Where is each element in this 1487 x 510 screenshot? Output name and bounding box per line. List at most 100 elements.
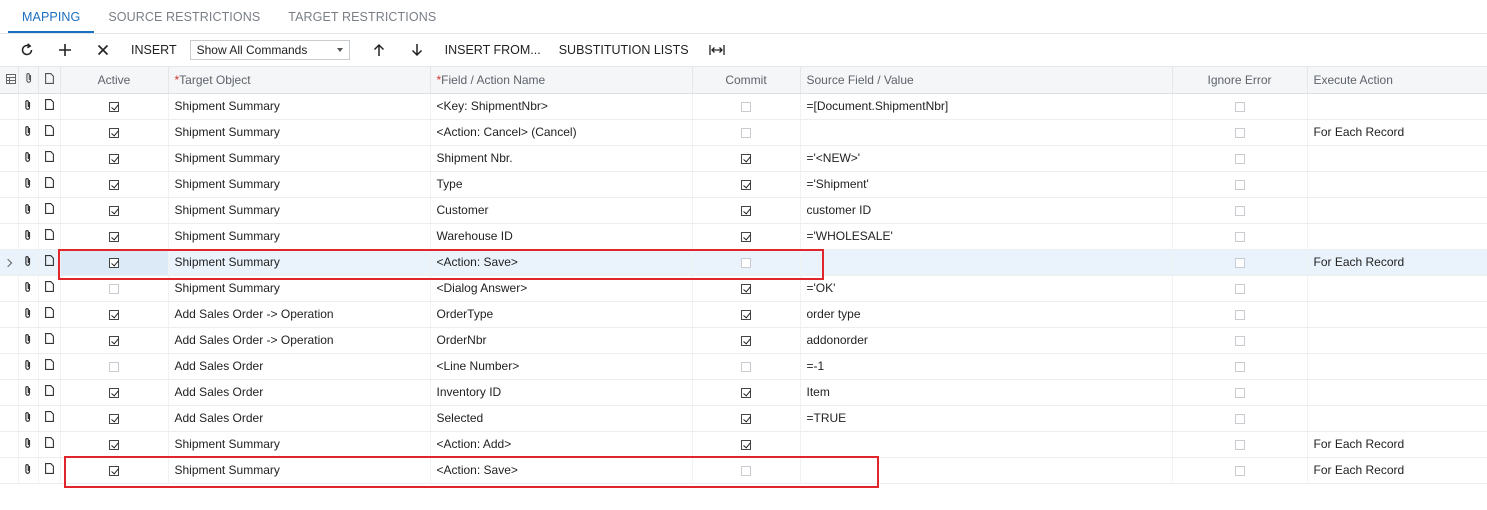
move-up-button[interactable]	[360, 36, 398, 64]
cell-ignore-error[interactable]	[1172, 171, 1308, 198]
cell-source-value[interactable]: customer ID	[800, 197, 1173, 224]
checkbox[interactable]	[109, 439, 119, 450]
column-header-commit[interactable]: Commit	[692, 67, 801, 94]
cell-field-action[interactable]: <Dialog Answer>	[430, 275, 693, 302]
row-selector[interactable]	[0, 93, 19, 120]
cell-ignore-error[interactable]	[1172, 223, 1308, 250]
cell-commit[interactable]	[692, 275, 801, 302]
checkbox[interactable]	[741, 283, 751, 294]
row-notes[interactable]	[38, 223, 61, 250]
tab-target-restrictions[interactable]: TARGET RESTRICTIONS	[274, 1, 450, 33]
cell-target-object[interactable]: Shipment Summary	[168, 93, 431, 120]
row-selector[interactable]	[0, 301, 19, 328]
cell-source-value[interactable]: =-1	[800, 353, 1173, 380]
checkbox[interactable]	[1234, 387, 1245, 398]
cell-field-action[interactable]: <Line Number>	[430, 353, 693, 380]
cell-execute-action[interactable]	[1307, 379, 1487, 406]
grid-settings-header[interactable]	[0, 67, 19, 94]
cell-execute-action[interactable]	[1307, 327, 1487, 354]
cell-field-action[interactable]: OrderNbr	[430, 327, 693, 354]
row-attachments[interactable]	[18, 379, 39, 406]
checkbox[interactable]	[1234, 153, 1245, 164]
add-row-button[interactable]	[46, 36, 84, 64]
checkbox[interactable]	[109, 205, 119, 216]
checkbox[interactable]	[741, 465, 751, 476]
substitution-lists-button[interactable]: SUBSTITUTION LISTS	[550, 36, 698, 64]
cell-field-action[interactable]: Warehouse ID	[430, 223, 693, 250]
table-row[interactable]: Shipment Summary <Action: Cancel> (Cancel…	[0, 119, 1487, 146]
cell-ignore-error[interactable]	[1172, 301, 1308, 328]
column-header-source-value[interactable]: Source Field / Value	[800, 67, 1173, 94]
cell-ignore-error[interactable]	[1172, 249, 1308, 276]
column-header-execute-action[interactable]: Execute Action	[1307, 67, 1487, 94]
cell-source-value[interactable]: addonorder	[800, 327, 1173, 354]
row-notes[interactable]	[38, 457, 61, 484]
checkbox[interactable]	[1234, 361, 1245, 372]
cell-commit[interactable]	[692, 431, 801, 458]
table-row[interactable]: Shipment Summary <Dialog Answer> ='OK'	[0, 275, 1487, 302]
row-notes[interactable]	[38, 171, 61, 198]
delete-row-button[interactable]	[84, 36, 122, 64]
table-row[interactable]: Add Sales Order -> Operation OrderNbr addo…	[0, 327, 1487, 354]
row-attachments[interactable]	[18, 197, 39, 224]
cell-ignore-error[interactable]	[1172, 145, 1308, 172]
row-notes[interactable]	[38, 327, 61, 354]
cell-execute-action[interactable]	[1307, 223, 1487, 250]
cell-ignore-error[interactable]	[1172, 405, 1308, 432]
cell-commit[interactable]	[692, 353, 801, 380]
cell-commit[interactable]	[692, 197, 801, 224]
tab-mapping[interactable]: MAPPING	[8, 1, 95, 33]
cell-field-action[interactable]: <Action: Cancel> (Cancel)	[430, 119, 693, 146]
table-row[interactable]: Shipment Summary Customer customer ID	[0, 197, 1487, 224]
checkbox[interactable]	[1234, 283, 1245, 294]
table-row[interactable]: Shipment Summary Warehouse ID ='WHOLESALE'	[0, 223, 1487, 250]
cell-execute-action[interactable]	[1307, 405, 1487, 432]
table-row[interactable]: Shipment Summary <Action: Save> For Each R…	[0, 249, 1487, 276]
table-row[interactable]: Shipment Summary Shipment Nbr. ='<NEW>'	[0, 145, 1487, 172]
cell-source-value[interactable]: Item	[800, 379, 1173, 406]
row-selector[interactable]	[0, 327, 19, 354]
cell-field-action[interactable]: <Action: Add>	[430, 431, 693, 458]
row-attachments[interactable]	[18, 171, 39, 198]
cell-execute-action[interactable]	[1307, 197, 1487, 224]
cell-active[interactable]	[60, 145, 169, 172]
column-header-active[interactable]: Active	[60, 67, 169, 94]
row-attachments[interactable]	[18, 431, 39, 458]
row-notes[interactable]	[38, 93, 61, 120]
cell-commit[interactable]	[692, 327, 801, 354]
checkbox[interactable]	[741, 335, 751, 346]
cell-active[interactable]	[60, 119, 169, 146]
cell-source-value[interactable]: ='OK'	[800, 275, 1173, 302]
row-notes[interactable]	[38, 249, 61, 276]
checkbox[interactable]	[741, 153, 751, 164]
checkbox[interactable]	[1234, 335, 1245, 346]
row-notes[interactable]	[38, 301, 61, 328]
cell-target-object[interactable]: Add Sales Order	[168, 379, 431, 406]
row-attachments[interactable]	[18, 119, 39, 146]
row-attachments[interactable]	[18, 275, 39, 302]
cell-ignore-error[interactable]	[1172, 431, 1308, 458]
cell-target-object[interactable]: Add Sales Order -> Operation	[168, 327, 431, 354]
table-row[interactable]: Shipment Summary <Action: Add> For Each Re…	[0, 431, 1487, 458]
checkbox[interactable]	[741, 309, 751, 320]
row-notes[interactable]	[38, 197, 61, 224]
cell-active[interactable]	[60, 353, 169, 380]
cell-ignore-error[interactable]	[1172, 275, 1308, 302]
cell-target-object[interactable]: Shipment Summary	[168, 249, 431, 276]
cell-field-action[interactable]: Shipment Nbr.	[430, 145, 693, 172]
checkbox[interactable]	[741, 361, 751, 372]
checkbox[interactable]	[741, 231, 751, 242]
row-selector[interactable]	[0, 353, 19, 380]
cell-target-object[interactable]: Shipment Summary	[168, 431, 431, 458]
checkbox[interactable]	[109, 127, 119, 138]
cell-source-value[interactable]	[800, 119, 1173, 146]
checkbox[interactable]	[741, 257, 751, 268]
checkbox[interactable]	[1234, 179, 1245, 190]
cell-execute-action[interactable]: For Each Record	[1307, 431, 1487, 458]
cell-target-object[interactable]: Shipment Summary	[168, 145, 431, 172]
checkbox[interactable]	[1234, 101, 1245, 112]
cell-active[interactable]	[60, 327, 169, 354]
cell-active[interactable]	[60, 379, 169, 406]
checkbox[interactable]	[1234, 231, 1245, 242]
checkbox[interactable]	[741, 179, 751, 190]
